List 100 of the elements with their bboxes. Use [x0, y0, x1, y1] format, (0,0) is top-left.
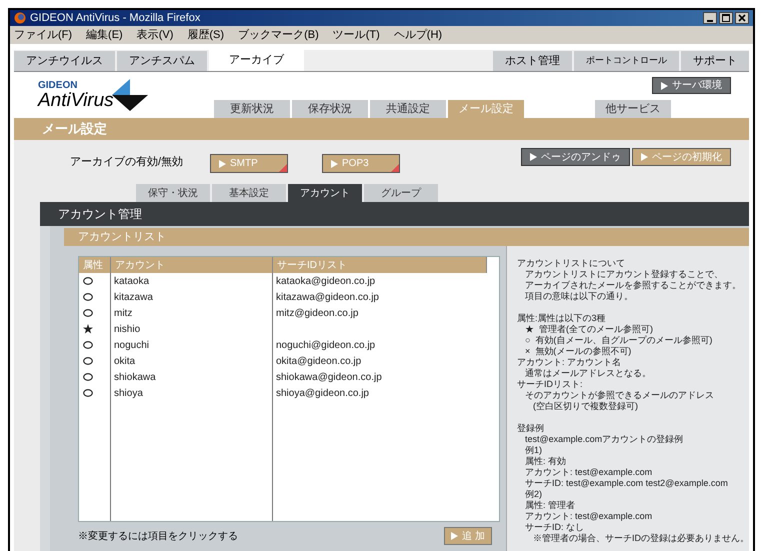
close-icon	[738, 14, 746, 22]
help-text: 登録例	[517, 423, 545, 434]
help-text: アカウントリストにアカウント登録することで、	[525, 269, 724, 280]
table-row[interactable]: shioya shioya@gideon.co.jp	[79, 385, 487, 401]
circle-icon	[83, 389, 93, 397]
table-cell: kitazawa@gideon.co.jp	[276, 292, 379, 302]
table-row[interactable]: nishio	[79, 321, 487, 337]
help-text: ※管理者の場合、サーチIDの登録は必要ありません。	[533, 533, 749, 544]
circle-icon	[83, 357, 93, 365]
circle-icon	[83, 341, 93, 349]
window-title: GIDEON AntiVirus - Mozilla Firefox	[30, 10, 202, 26]
top-tab[interactable]: ポートコントロール	[574, 51, 679, 71]
top-tab[interactable]: ホスト管理	[493, 51, 572, 71]
table-row[interactable]: kataoka kataoka@gideon.co.jp	[79, 273, 487, 289]
table-row[interactable]: kitazawa kitazawa@gideon.co.jp	[79, 289, 487, 305]
note-text: ※変更するには項目をクリックする	[78, 530, 238, 544]
circle-icon	[83, 373, 93, 381]
help-text: 例1)	[525, 445, 544, 456]
nav-tab[interactable]: 共通設定	[370, 100, 446, 118]
table-cell: kataoka	[114, 276, 150, 286]
help-text: アカウント: test@example.com	[525, 467, 654, 478]
close-button[interactable]	[735, 12, 749, 24]
help-text: (空白区切りで複数登録可)	[533, 401, 639, 412]
sub-tab[interactable]: アカウント	[288, 184, 362, 202]
table-cell: kitazawa	[114, 292, 153, 302]
minimize-button[interactable]	[703, 12, 717, 24]
help-text: test@example.comアカウントの登録例	[525, 434, 684, 445]
play-icon	[331, 160, 338, 168]
help-text: 属性: 管理者	[525, 500, 576, 511]
play-icon	[219, 160, 226, 168]
nav-tab[interactable]: 更新状況	[214, 100, 290, 118]
top-tab[interactable]: アーカイブ	[209, 49, 304, 71]
help-text: アカウントリストについて	[517, 258, 626, 269]
column-header: アカウント	[111, 257, 273, 273]
help-text: そのアカウントが参照できるメールのアドレス	[525, 390, 715, 401]
circle-icon	[83, 277, 93, 285]
browser-logo-icon	[14, 12, 26, 24]
sub-tab[interactable]: グループ	[364, 184, 438, 202]
help-text: 例2)	[525, 489, 544, 500]
circle-icon	[83, 293, 93, 301]
table-cell: shiokawa	[114, 372, 156, 382]
menu-item[interactable]: 表示(V)	[136, 26, 174, 44]
play-icon	[530, 153, 537, 161]
menu-item[interactable]: ツール(T)	[332, 26, 380, 44]
column-header: 属性	[79, 257, 111, 273]
table-row[interactable]: shiokawa shiokawa@gideon.co.jp	[79, 369, 487, 385]
nav-tab[interactable]: 保存状況	[292, 100, 368, 118]
nav-tab[interactable]: 他サービス	[595, 100, 671, 118]
help-text: 属性: 有効	[525, 456, 568, 467]
logo-brand: GIDEON	[38, 80, 78, 90]
help-text: アカウント: test@example.com	[525, 511, 654, 522]
server-button[interactable]: サーバ環境	[652, 77, 731, 94]
menu-item[interactable]: 編集(E)	[86, 26, 123, 44]
table-row[interactable]: mitz mitz@gideon.co.jp	[79, 305, 487, 321]
table-cell: nishio	[114, 324, 140, 334]
menu-item[interactable]: ヘルプ(H)	[394, 26, 442, 44]
table-cell: shiokawa@gideon.co.jp	[276, 372, 382, 382]
page-button[interactable]: ページのアンドゥ	[521, 148, 630, 166]
top-tab[interactable]: サポート	[681, 51, 749, 71]
panel-header: アカウント管理	[40, 202, 749, 226]
table-cell: noguchi@gideon.co.jp	[276, 340, 376, 350]
play-icon	[661, 82, 668, 90]
logo-product: AntiVirus	[38, 90, 114, 110]
table-cell: okita	[114, 356, 136, 366]
menu-item[interactable]: ファイル(F)	[14, 26, 72, 44]
maximize-icon	[722, 14, 730, 22]
column-header: サーチIDリスト	[273, 257, 487, 273]
table-cell: mitz@gideon.co.jp	[276, 308, 358, 318]
menu-item[interactable]: ブックマーク(B)	[238, 26, 319, 44]
sub-tab[interactable]: 基本設定	[212, 184, 286, 202]
help-text: アカウント: アカウント名	[517, 357, 622, 368]
table-row[interactable]: noguchi noguchi@gideon.co.jp	[79, 337, 487, 353]
table-cell: shioya	[114, 388, 143, 398]
help-text: × 無効(メールの参照不可)	[525, 346, 632, 357]
help-text: サーチID: なし	[525, 522, 586, 533]
top-tab[interactable]: アンチウイルス	[14, 51, 115, 71]
play-icon	[451, 532, 458, 540]
table-cell: noguchi	[114, 340, 150, 350]
star-icon	[83, 324, 93, 334]
corner-icon	[279, 164, 287, 172]
help-text: 通常はメールアドレスとなる。	[525, 368, 652, 379]
corner-icon	[391, 164, 399, 172]
help-text: ★ 管理者(全てのメール参照可)	[525, 324, 654, 335]
list-header: アカウントリスト	[64, 228, 749, 246]
play-icon	[641, 153, 648, 161]
section-header: メール設定	[14, 118, 749, 140]
help-text: 項目の意味は以下の通り。	[525, 291, 634, 302]
help-text: アーカイブされたメールを参照することができます。	[525, 280, 742, 291]
help-text: サーチIDリスト:	[517, 379, 584, 390]
menu-item[interactable]: 履歴(S)	[187, 26, 224, 44]
top-tab[interactable]: アンチスパム	[117, 51, 207, 71]
help-text: サーチID: test@example.com test2@example.com	[525, 478, 729, 489]
help-text: ○ 有効(自メール、自グループのメール参照可)	[525, 335, 714, 346]
table-cell: okita@gideon.co.jp	[276, 356, 362, 366]
maximize-button[interactable]	[719, 12, 733, 24]
archive-label: アーカイブの有効/無効	[70, 154, 184, 170]
table-row[interactable]: okita okita@gideon.co.jp	[79, 353, 487, 369]
table-cell: kataoka@gideon.co.jp	[276, 276, 376, 286]
sub-tab[interactable]: 保守・状況	[136, 184, 210, 202]
circle-icon	[83, 309, 93, 317]
